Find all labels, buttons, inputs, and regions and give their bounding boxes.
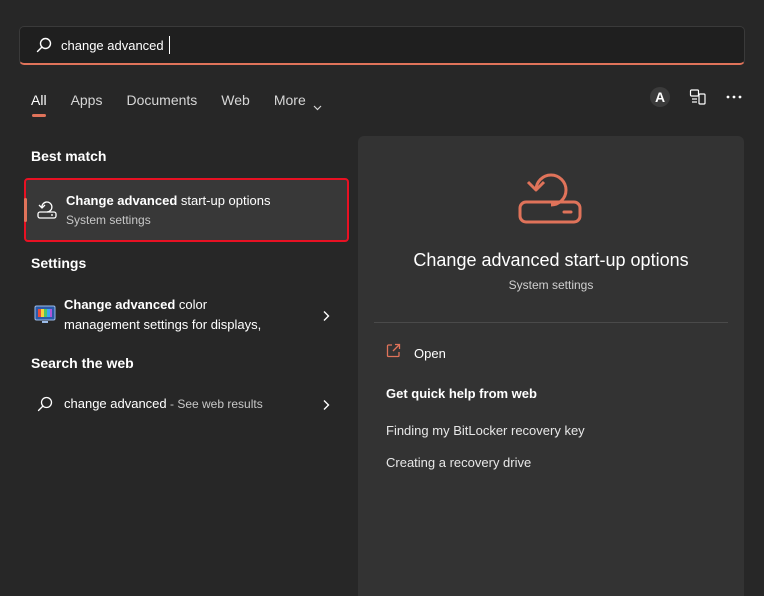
search-icon bbox=[36, 37, 52, 53]
detail-subtitle: System settings bbox=[508, 278, 594, 292]
search-box[interactable]: change advanced bbox=[19, 26, 745, 65]
detail-title: Change advanced start-up options bbox=[413, 250, 689, 270]
divider bbox=[374, 322, 728, 323]
open-label: Open bbox=[414, 345, 446, 361]
best-match-result[interactable]: Change advanced start-up options System … bbox=[24, 178, 349, 242]
best-match-heading: Best match bbox=[31, 148, 107, 164]
top-right-actions: A bbox=[650, 87, 744, 107]
tab-all[interactable]: All bbox=[31, 90, 47, 117]
best-match-subtitle: System settings bbox=[66, 213, 151, 227]
restart-drive-icon bbox=[36, 199, 58, 221]
filter-tabs: All Apps Documents Web More bbox=[31, 90, 346, 117]
tab-web[interactable]: Web bbox=[221, 90, 250, 112]
search-web-heading: Search the web bbox=[31, 355, 134, 371]
search-input[interactable]: change advanced bbox=[61, 34, 170, 56]
text-caret bbox=[168, 36, 170, 54]
tab-more-label: More bbox=[273, 92, 306, 108]
help-link-bitlocker[interactable]: Finding my BitLocker recovery key bbox=[386, 423, 585, 438]
settings-result-color-management[interactable]: Change advanced color management setting… bbox=[24, 290, 349, 340]
best-match-title: Change advanced start-up options bbox=[66, 193, 271, 208]
settings-heading: Settings bbox=[31, 255, 87, 271]
tab-apps[interactable]: Apps bbox=[71, 90, 103, 112]
restart-drive-icon bbox=[516, 166, 588, 228]
web-search-text: change advanced - See web results bbox=[64, 396, 263, 411]
settings-result-line2: management settings for displays, bbox=[64, 317, 262, 332]
tab-more[interactable]: More bbox=[274, 90, 322, 112]
monitor-color-icon bbox=[34, 304, 56, 326]
detail-panel: Change advanced start-up options System … bbox=[358, 136, 744, 596]
avatar[interactable]: A bbox=[650, 87, 670, 107]
connected-devices-icon[interactable] bbox=[688, 87, 708, 107]
search-icon bbox=[34, 393, 56, 415]
selection-accent bbox=[24, 198, 27, 222]
chevron-right-icon[interactable] bbox=[321, 309, 331, 321]
chevron-right-icon[interactable] bbox=[321, 398, 331, 410]
search-query: change advanced bbox=[61, 37, 164, 53]
open-external-icon bbox=[386, 343, 401, 363]
start-search-window: change advanced All Apps Documents Web M… bbox=[0, 0, 764, 596]
chevron-down-icon bbox=[313, 97, 322, 111]
web-search-result[interactable]: change advanced - See web results bbox=[24, 390, 349, 418]
more-options-icon[interactable] bbox=[724, 87, 744, 107]
help-link-recovery-drive[interactable]: Creating a recovery drive bbox=[386, 455, 531, 470]
open-action[interactable]: Open bbox=[386, 343, 446, 363]
quick-help-heading: Get quick help from web bbox=[386, 386, 537, 401]
settings-result-title: Change advanced color bbox=[64, 297, 208, 312]
tab-documents[interactable]: Documents bbox=[126, 90, 197, 112]
